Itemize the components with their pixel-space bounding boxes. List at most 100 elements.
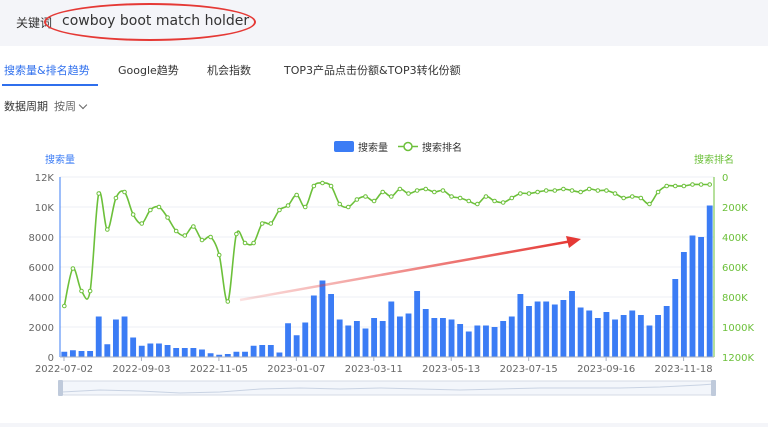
rank-point[interactable] [277,207,282,213]
bar[interactable] [508,316,515,358]
rank-point[interactable] [371,198,377,204]
rank-point[interactable] [509,195,515,201]
bar[interactable] [577,307,584,358]
bar[interactable] [457,324,464,357]
bar[interactable] [414,291,421,357]
rank-point[interactable] [191,224,196,229]
bar[interactable] [95,316,102,358]
rank-point[interactable] [156,204,162,210]
bar[interactable] [371,318,378,357]
bar[interactable] [440,318,446,357]
bar[interactable] [534,301,541,358]
bar[interactable] [698,237,705,357]
rank-point[interactable] [182,233,188,238]
rank-point[interactable] [423,186,429,192]
rank-point[interactable] [664,183,669,189]
bar[interactable] [569,291,575,357]
rank-point[interactable] [79,288,84,294]
bar[interactable] [388,301,395,358]
rank-point[interactable] [492,198,497,204]
bar[interactable] [113,319,119,358]
tab-search-volume-rank[interactable]: 搜索量&排名趋势 [4,62,90,78]
rank-point[interactable] [345,204,351,210]
bar[interactable] [448,319,455,358]
rank-point[interactable] [518,191,523,196]
bar[interactable] [78,351,85,357]
rank-point[interactable] [320,180,325,186]
rank-point[interactable] [569,188,575,193]
bar[interactable] [156,343,162,358]
bar[interactable] [396,316,403,358]
tab-google-trends[interactable]: Google趋势 [118,62,179,78]
rank-point[interactable] [70,266,76,271]
bar[interactable] [517,294,524,357]
bar[interactable] [147,343,154,358]
legend-label-rank[interactable]: 搜索排名 [422,141,462,154]
rank-point[interactable] [629,194,635,199]
bar[interactable] [379,321,386,357]
rank-point[interactable] [449,194,454,199]
rank-point[interactable] [302,204,308,210]
tab-opportunity-index[interactable]: 机会指数 [207,62,251,78]
rank-point[interactable] [483,194,489,199]
bar[interactable] [586,310,593,358]
bar[interactable] [689,235,696,358]
period-select[interactable]: 按周 [54,98,88,114]
rank-point[interactable] [285,203,291,208]
bar[interactable] [285,323,291,357]
rank-point[interactable] [199,237,205,243]
rank-point[interactable] [268,221,274,226]
rank-point[interactable] [337,201,342,207]
bar[interactable] [181,348,188,357]
rank-point[interactable] [604,188,609,193]
bar[interactable] [620,315,627,357]
rank-point[interactable] [122,189,127,195]
rank-point[interactable] [363,194,368,199]
zoom-handle-left[interactable] [58,380,63,396]
bar[interactable] [104,344,111,357]
rank-point[interactable] [173,228,179,234]
rank-point[interactable] [251,240,256,246]
rank-point[interactable] [681,183,687,189]
rank-point[interactable] [87,288,93,294]
bar[interactable] [612,319,618,358]
bar[interactable] [680,252,687,357]
bar[interactable] [190,348,197,357]
bar[interactable] [405,313,412,358]
rank-point[interactable] [96,191,102,196]
legend-swatch-rank-point[interactable] [403,141,413,152]
rank-point[interactable] [311,183,317,189]
bar[interactable] [551,304,558,358]
bar[interactable] [603,312,610,357]
rank-point[interactable] [535,189,540,195]
bar[interactable] [310,295,317,358]
rank-point[interactable] [113,195,119,201]
rank-point[interactable] [216,252,222,258]
rank-point[interactable] [62,303,67,309]
rank-point[interactable] [466,198,472,204]
bar[interactable] [491,327,498,357]
bar[interactable] [345,325,352,358]
bar[interactable] [250,345,257,357]
rank-point[interactable] [432,189,437,195]
bar[interactable] [465,331,472,358]
rank-point[interactable] [561,186,566,192]
rank-point[interactable] [294,192,299,198]
rank-point[interactable] [208,234,213,240]
rank-point[interactable] [328,183,334,189]
rank-point[interactable] [543,188,549,193]
rank-point[interactable] [414,188,420,193]
bar[interactable] [594,318,601,357]
zoom-handle-right[interactable] [711,380,716,396]
rank-point[interactable] [148,207,153,213]
rank-point[interactable] [698,182,704,187]
bar[interactable] [199,349,205,358]
bar[interactable] [655,315,661,357]
bar[interactable] [87,351,94,357]
bar[interactable] [431,318,438,357]
bar[interactable] [293,335,300,357]
rank-point[interactable] [612,191,618,196]
bar[interactable] [336,319,343,358]
legend-swatch-volume[interactable] [334,141,354,152]
rank-point[interactable] [707,182,712,187]
